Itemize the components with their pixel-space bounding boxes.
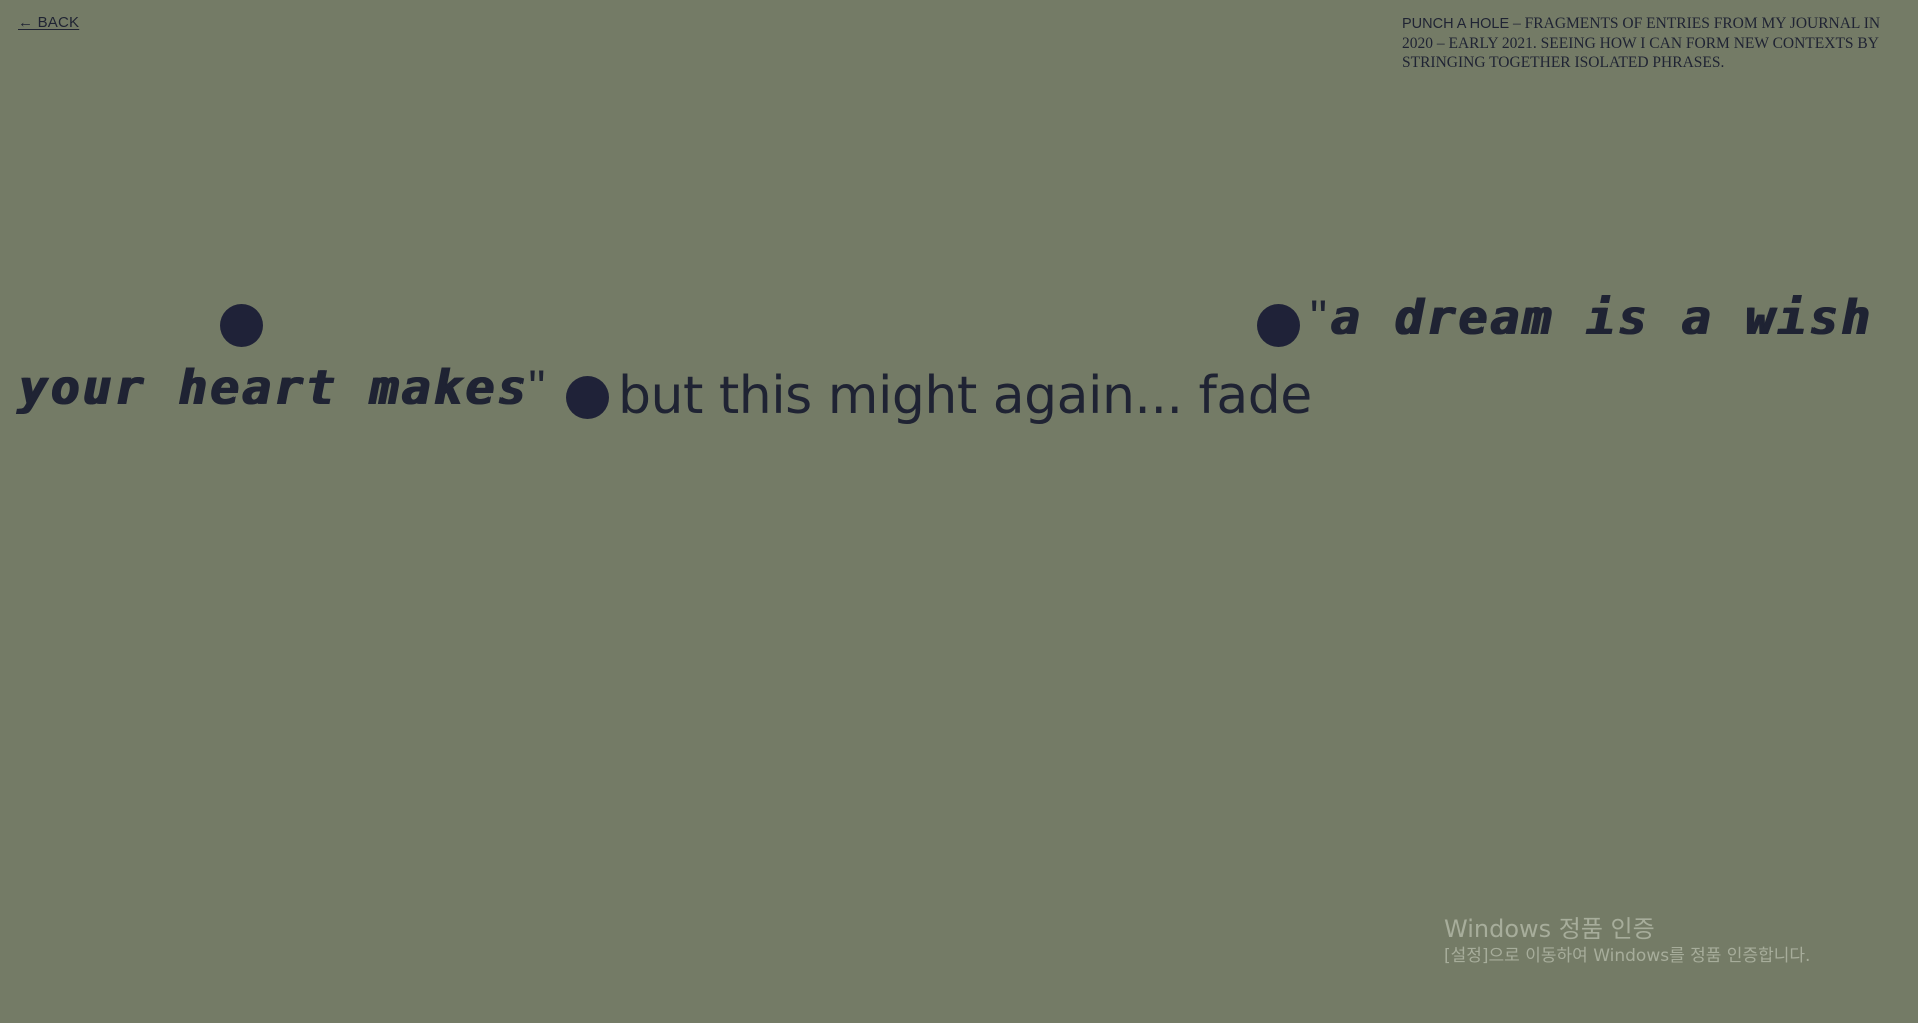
quote-open: " — [1310, 292, 1331, 345]
fragment-plain: but this might again... fade — [618, 366, 1312, 426]
project-title: PUNCH A HOLE — [1402, 16, 1510, 32]
windows-activation-watermark: Windows 정품 인증 [설정]으로 이동하여 Windows를 정품 인증… — [1444, 914, 1810, 968]
back-link[interactable]: ← BACK — [18, 14, 79, 31]
quote-close: " — [528, 362, 549, 415]
project-description: PUNCH A HOLE – FRAGMENTS OF ENTRIES FROM… — [1402, 14, 1902, 72]
punch-hole-dot[interactable] — [1257, 304, 1300, 347]
punch-hole-dot[interactable] — [220, 304, 263, 347]
fragment-text-1: a dream is a wish — [1330, 290, 1873, 346]
fragment-line-2: your heart makes" — [18, 360, 548, 416]
fragment-text-2: your heart makes — [18, 360, 529, 416]
fragment-line-1: "a dream is a wish — [1310, 290, 1872, 346]
watermark-subtitle: [설정]으로 이동하여 Windows를 정품 인증합니다. — [1444, 946, 1811, 966]
watermark-title: Windows 정품 인증 — [1444, 915, 1655, 943]
punch-hole-dot[interactable] — [566, 376, 609, 419]
